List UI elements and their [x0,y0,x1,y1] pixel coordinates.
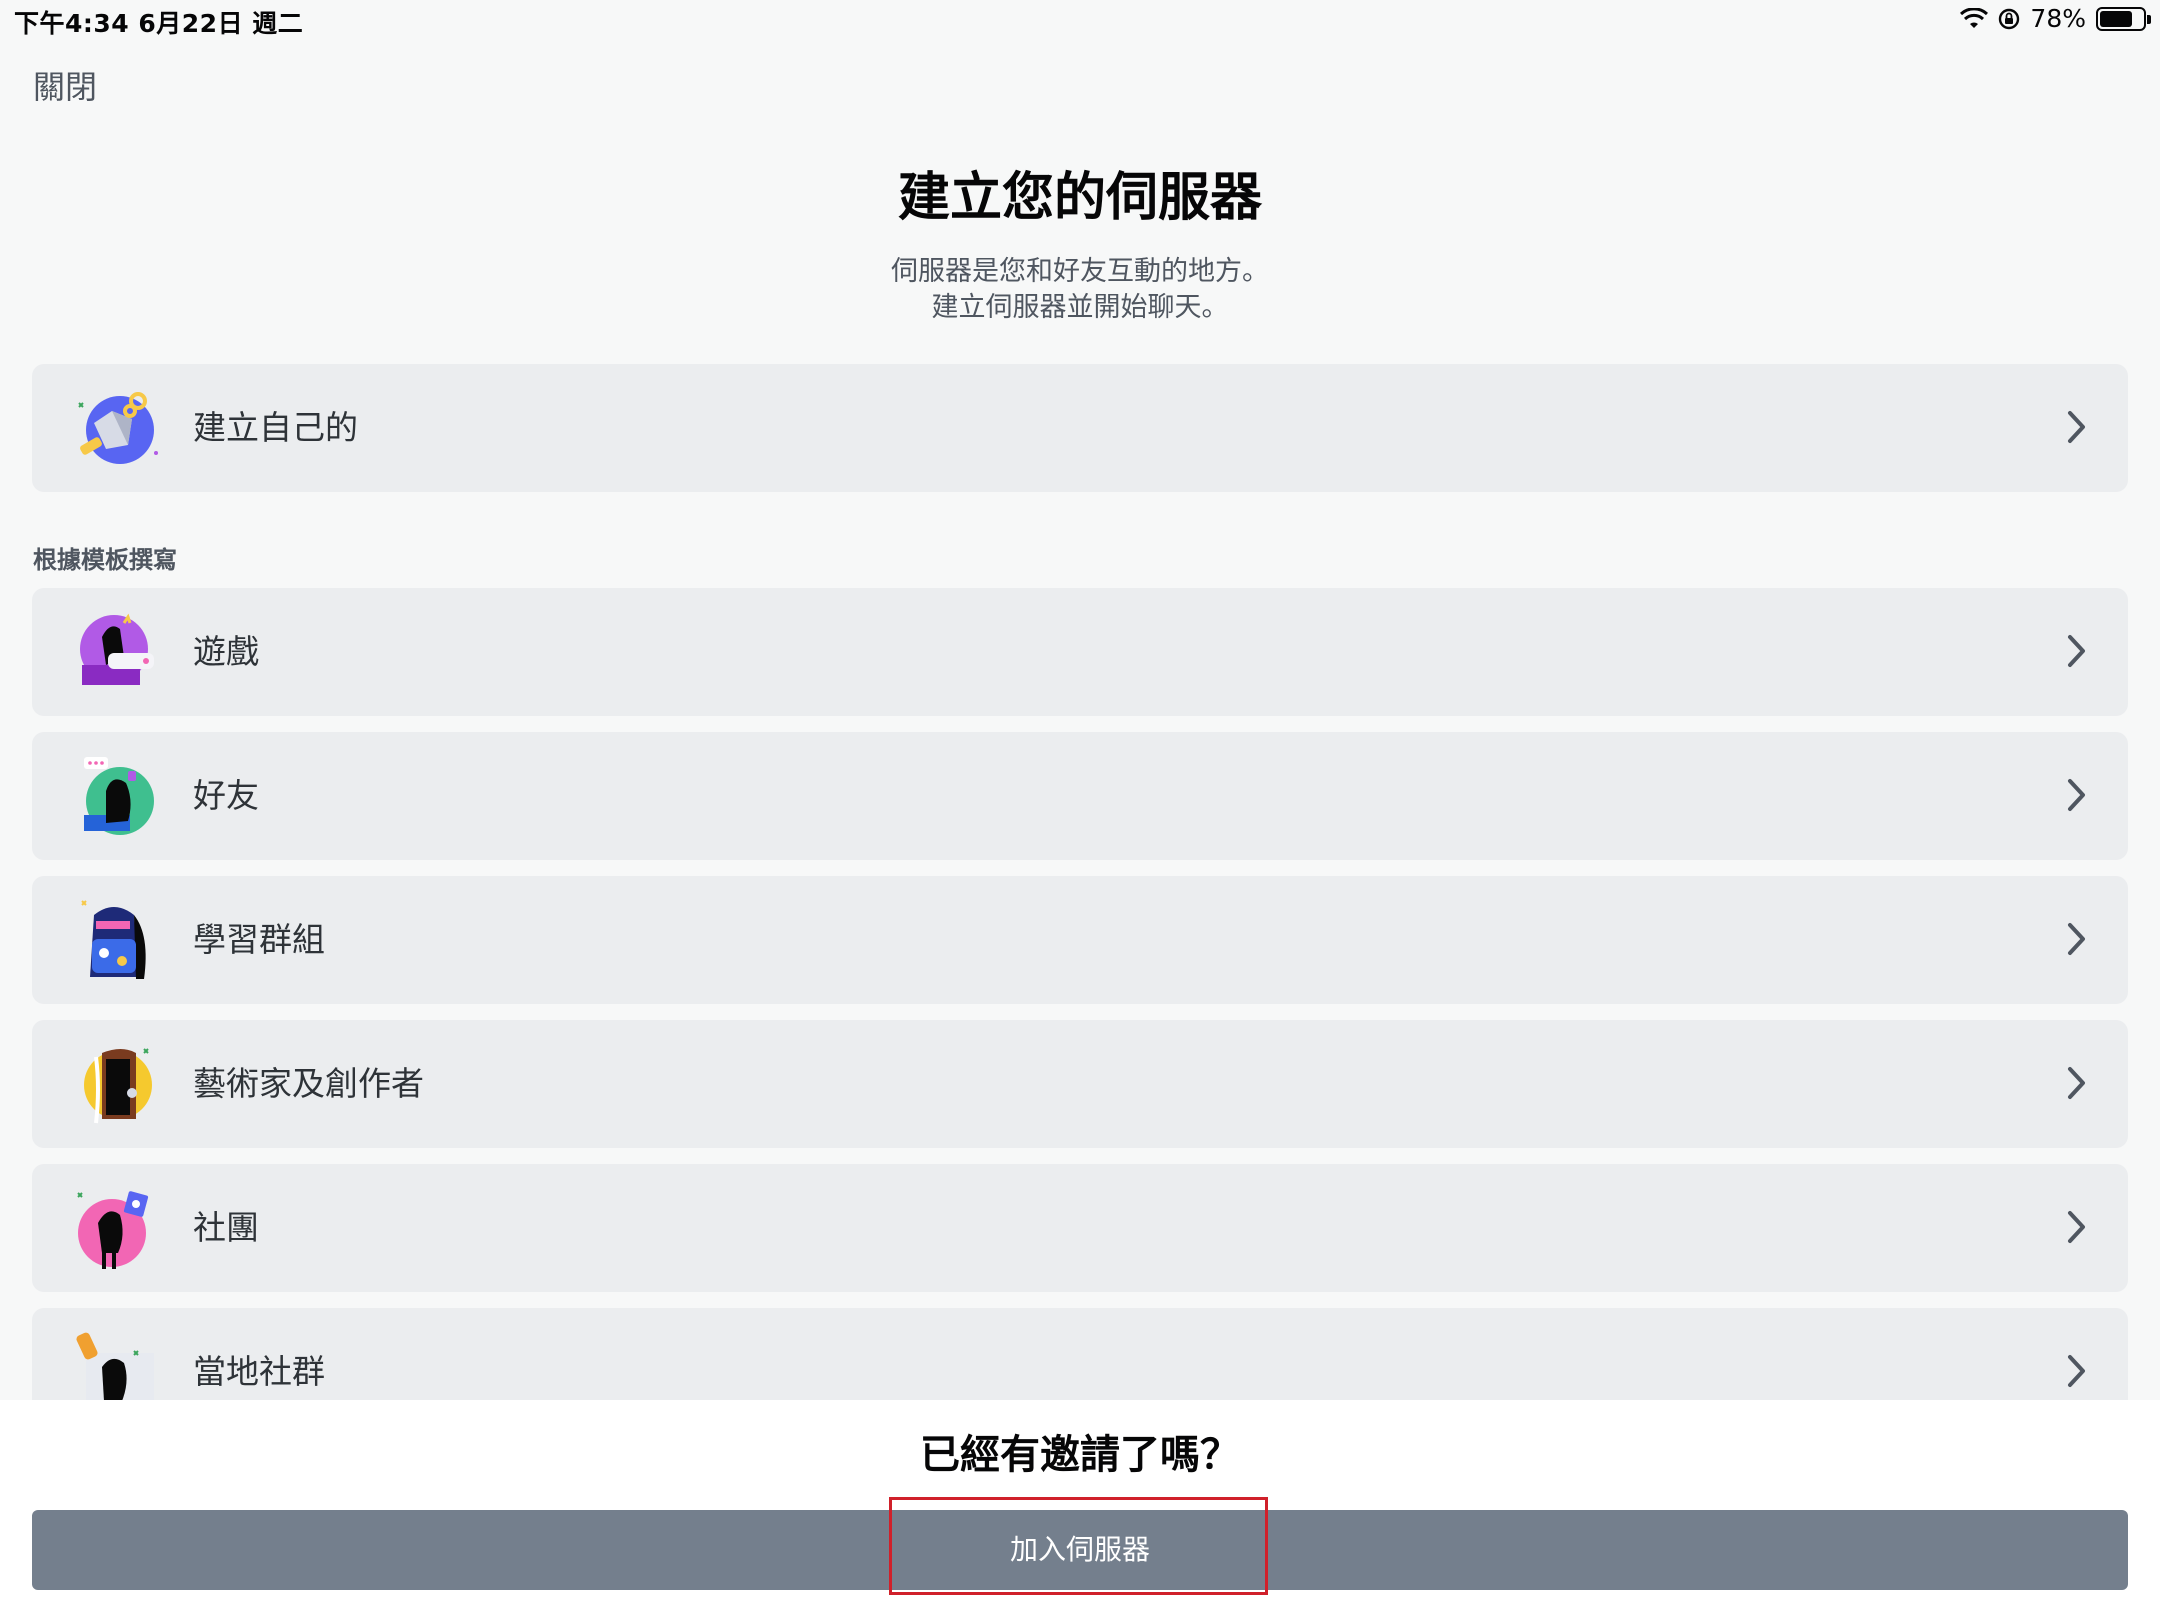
chevron-right-icon [2068,1067,2085,1099]
template-gaming-card[interactable]: 遊戲 [32,588,2128,716]
template-section-label: 根據模板撰寫 [33,546,177,574]
battery-level [2100,10,2132,27]
chevron-right-icon [2068,779,2085,811]
join-server-button[interactable]: 加入伺服器 [32,1510,2128,1590]
template-label: 社團 [193,1208,259,1247]
status-right: 78% [1960,4,2151,33]
status-bar: 下午4:34 6月22日 週二 78% [0,0,2160,40]
friends-icon [72,751,162,841]
artists-icon [72,1039,162,1129]
create-own-label: 建立自己的 [193,408,358,447]
status-time-date: 下午4:34 6月22日 週二 [14,9,304,38]
invite-footer: 已經有邀請了嗎？ 加入伺服器 [0,1400,2160,1620]
close-button[interactable]: 關閉 [33,62,97,108]
globe-create-icon [72,383,162,473]
template-label: 遊戲 [193,632,259,671]
battery-percent: 78% [2030,4,2086,33]
chevron-right-icon [2068,635,2085,667]
chevron-right-icon [2068,1355,2085,1387]
orientation-lock-icon [1998,8,2020,30]
template-label: 好友 [193,776,259,815]
study-backpack-icon [72,895,162,985]
invite-question: 已經有邀請了嗎？ [920,1432,1240,1478]
subtitle-line-1: 伺服器是您和好友互動的地方。 [891,256,1269,287]
template-artists-card[interactable]: 藝術家及創作者 [32,1020,2128,1148]
template-study-card[interactable]: 學習群組 [32,876,2128,1004]
page-subtitle: 伺服器是您和好友互動的地方。 建立伺服器並開始聊天。 [0,254,2160,326]
create-own-server-card[interactable]: 建立自己的 [32,364,2128,492]
gaming-icon [72,607,162,697]
subtitle-line-2: 建立伺服器並開始聊天。 [931,292,1229,323]
battery-icon [2096,6,2151,31]
chevron-right-icon [2068,411,2085,443]
wifi-icon [1960,7,1989,30]
template-club-card[interactable]: 社團 [32,1164,2128,1292]
chevron-right-icon [2068,1211,2085,1243]
template-label: 藝術家及創作者 [193,1064,424,1103]
template-friends-card[interactable]: 好友 [32,732,2128,860]
template-label: 學習群組 [193,920,325,959]
header: 建立您的伺服器 伺服器是您和好友互動的地方。 建立伺服器並開始聊天。 [0,155,2160,326]
club-icon [72,1183,162,1273]
page-title: 建立您的伺服器 [897,168,1262,228]
chevron-right-icon [2068,923,2085,955]
